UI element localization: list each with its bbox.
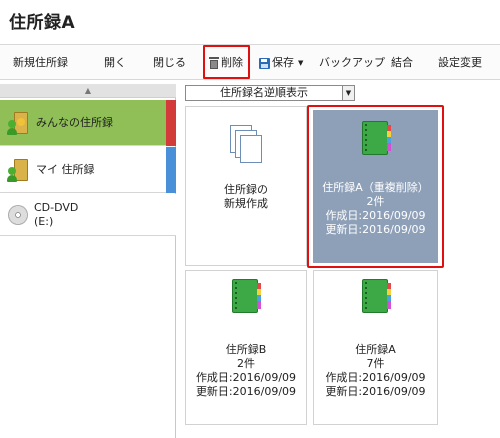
- settings-button-label: 設定変更: [438, 56, 482, 69]
- tile-highlight: [307, 105, 444, 268]
- close-button-label: 閉じる: [153, 56, 186, 69]
- addressbook-tile-b[interactable]: 住所録B 2件 作成日:2016/09/09 更新日:2016/09/09: [185, 270, 307, 425]
- merge-button-label: 結合: [391, 56, 413, 69]
- new-document-icon: [230, 125, 264, 165]
- sort-order-value: 住所録名逆順表示: [220, 86, 308, 99]
- open-button-label: 開く: [104, 56, 126, 69]
- sidebar-item-label: マイ 住所録: [36, 162, 95, 176]
- backup-button[interactable]: バックアップ: [319, 54, 385, 72]
- tile-created-date: 作成日:2016/09/09: [325, 371, 426, 384]
- sidebar-item-my-addressbook[interactable]: マイ 住所録: [0, 147, 176, 193]
- sidebar-item-label: みんなの住所録: [36, 115, 113, 129]
- save-button-label: 保存: [272, 56, 294, 69]
- cd-dvd-label: CD-DVD: [34, 200, 79, 214]
- toolbar: 新規住所録 開く 閉じる 削除 保存 ▼ バックアップ 結合 設定変更: [0, 44, 500, 80]
- tile-count: 2件: [237, 357, 255, 370]
- chevron-down-icon[interactable]: ▼: [298, 54, 303, 72]
- delete-button-highlight: [203, 45, 250, 79]
- backup-button-label: バックアップ: [319, 56, 385, 69]
- tile-created-date: 作成日:2016/09/09: [195, 371, 297, 384]
- sidebar-item-stripe: [166, 100, 176, 146]
- sort-order-select[interactable]: 住所録名逆順表示 ▼: [185, 85, 355, 101]
- open-button[interactable]: 開く: [104, 54, 126, 72]
- my-addressbook-icon: [7, 157, 30, 183]
- new-tile-line1: 住所録の: [224, 183, 268, 196]
- notebook-icon: [232, 279, 261, 313]
- merge-button[interactable]: 結合: [391, 54, 413, 72]
- addressbook-tile-a[interactable]: 住所録A 7件 作成日:2016/09/09 更新日:2016/09/09: [313, 270, 438, 425]
- new-button-label: 新規住所録: [13, 56, 68, 69]
- drive-letter-label: (E:): [34, 214, 54, 228]
- tile-updated-date: 更新日:2016/09/09: [195, 385, 297, 398]
- disc-icon: [8, 204, 28, 225]
- new-addressbook-tile[interactable]: 住所録の 新規作成: [185, 106, 307, 266]
- save-button[interactable]: 保存 ▼: [259, 54, 303, 72]
- sidebar-item-shared-addressbook[interactable]: みんなの住所録: [0, 100, 176, 146]
- close-button[interactable]: 閉じる: [153, 54, 186, 72]
- scroll-up-button[interactable]: ▲: [0, 84, 176, 98]
- window-title: 住所録A: [9, 13, 76, 33]
- tile-updated-date: 更新日:2016/09/09: [325, 385, 426, 398]
- shared-addressbook-icon: [7, 110, 30, 136]
- tile-name: 住所録A: [355, 343, 396, 356]
- sidebar-item-label: CD-DVD (E:): [34, 201, 78, 229]
- sidebar: ▲ みんなの住所録 マイ 住所録 CD-DVD (E:): [0, 84, 176, 438]
- sidebar-item-cd-dvd[interactable]: CD-DVD (E:): [0, 194, 176, 236]
- new-tile-line2: 新規作成: [224, 197, 268, 210]
- settings-button[interactable]: 設定変更: [438, 54, 482, 72]
- chevron-down-icon: ▼: [342, 86, 354, 100]
- tile-name: 住所録B: [225, 343, 267, 356]
- notebook-icon: [362, 279, 391, 313]
- sidebar-item-stripe: [166, 147, 176, 193]
- new-addressbook-button[interactable]: 新規住所録: [13, 54, 68, 72]
- floppy-disk-icon: [259, 57, 270, 69]
- tile-count: 7件: [366, 357, 385, 370]
